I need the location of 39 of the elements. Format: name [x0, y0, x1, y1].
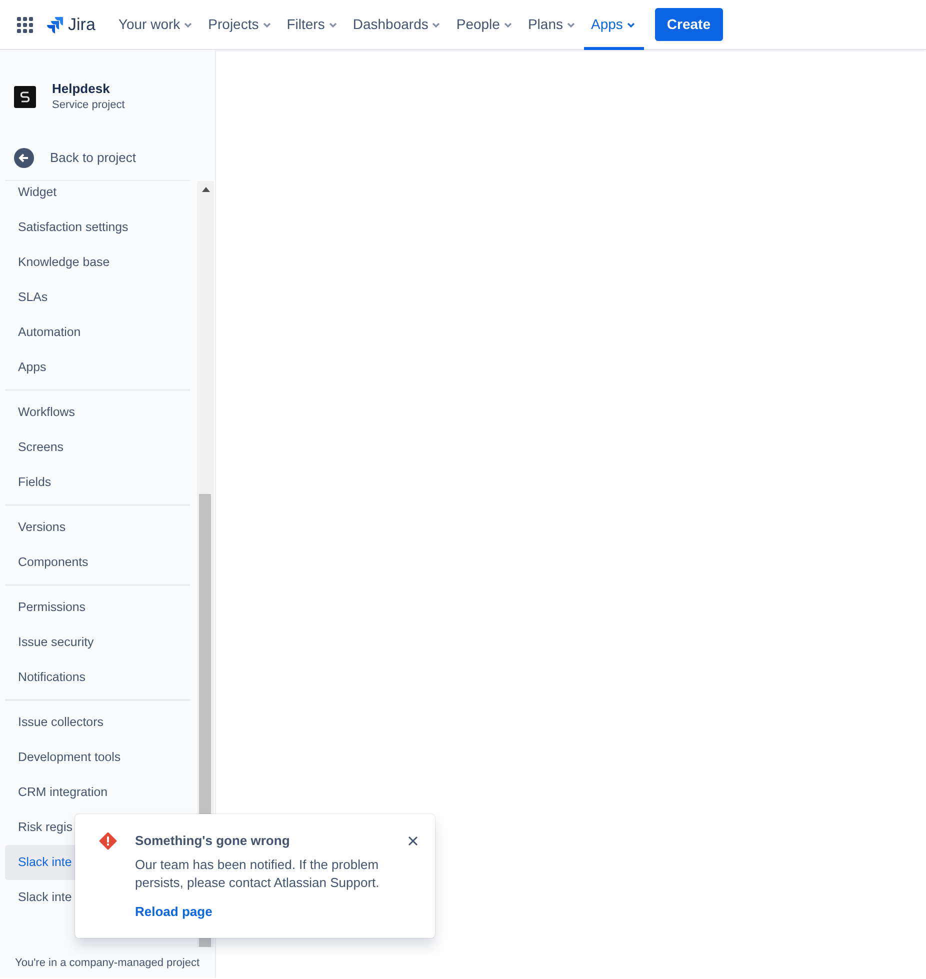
- product-name[interactable]: Jira: [68, 12, 96, 38]
- flag-title: Something's gone wrong: [135, 832, 291, 850]
- close-icon[interactable]: [407, 835, 419, 847]
- sidebar-item[interactable]: Screens: [5, 430, 185, 465]
- sidebar-item[interactable]: Apps: [5, 350, 185, 385]
- sidebar-item[interactable]: Knowledge base: [5, 245, 185, 280]
- error-icon: [99, 832, 117, 850]
- project-type-footer: You're in a company-managed project: [0, 947, 215, 979]
- sidebar-item[interactable]: Versions: [5, 510, 185, 545]
- project-type: Service project: [52, 98, 125, 112]
- sidebar-item[interactable]: CRM integration: [5, 775, 185, 810]
- reload-page-link[interactable]: Reload page: [135, 902, 212, 922]
- nav-menu-tab[interactable]: Dashboards: [346, 0, 450, 50]
- project-avatar-icon: [14, 86, 36, 108]
- sidebar-item[interactable]: Workflows: [5, 395, 185, 430]
- nav-menu-tab[interactable]: People: [449, 0, 521, 50]
- sidebar-item[interactable]: Development tools: [5, 740, 185, 775]
- nav-menu-tab[interactable]: Projects: [201, 0, 280, 50]
- flag-message: Our team has been notified. If the problem persists, please contact Atlassian Support.: [135, 856, 380, 892]
- sidebar-item[interactable]: Issue security: [5, 625, 185, 660]
- back-to-project-link[interactable]: Back to project: [0, 138, 215, 178]
- scroll-up-icon[interactable]: [202, 187, 210, 192]
- create-button[interactable]: Create: [654, 8, 722, 41]
- app-switcher-icon[interactable]: [16, 16, 34, 34]
- jira-logo-icon[interactable]: [46, 16, 64, 34]
- sidebar-item[interactable]: Permissions: [5, 590, 185, 625]
- sidebar-item[interactable]: Automation: [5, 315, 185, 350]
- sidebar-item[interactable]: Widget: [5, 181, 185, 210]
- sidebar-item[interactable]: Satisfaction settings: [5, 210, 185, 245]
- nav-menu-tab[interactable]: Plans: [520, 0, 584, 50]
- sidebar-item[interactable]: SLAs: [5, 280, 185, 315]
- nav-menu-tab[interactable]: Your work: [111, 0, 202, 50]
- sidebar-item[interactable]: Components: [5, 545, 185, 580]
- sidebar-item[interactable]: Notifications: [5, 660, 185, 695]
- sidebar-item[interactable]: Issue collectors: [5, 705, 185, 740]
- nav-menu-tab[interactable]: Filters: [280, 0, 346, 50]
- project-name: Helpdesk: [52, 80, 111, 96]
- sidebar-item[interactable]: Fields: [5, 465, 185, 500]
- nav-menu-tab[interactable]: Apps: [584, 0, 644, 50]
